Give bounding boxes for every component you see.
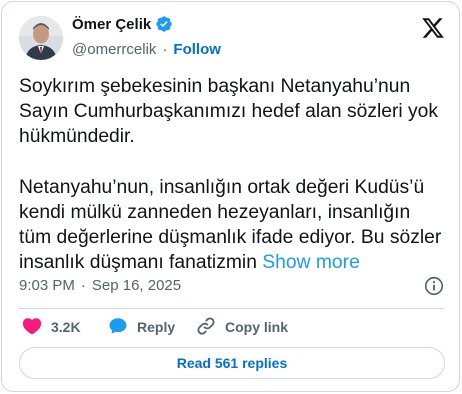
action-bar: 3.2K Reply Copy link <box>21 316 288 338</box>
reply-button[interactable]: Reply <box>107 315 195 340</box>
link-icon <box>195 315 217 340</box>
show-more-link[interactable]: Show more <box>262 252 360 273</box>
avatar-image <box>19 16 63 60</box>
verified-badge-icon <box>155 15 173 33</box>
heart-icon <box>21 315 43 340</box>
author-handle-row: @omerrcelik · Follow <box>72 41 221 58</box>
speech-bubble-icon <box>107 315 129 340</box>
copy-link-button[interactable]: Copy link <box>195 315 288 340</box>
x-logo-icon[interactable] <box>421 16 445 40</box>
author-name-row: Ömer Çelik <box>72 15 173 33</box>
tweet-timestamp[interactable]: 9:03 PM · Sep 16, 2025 <box>19 277 181 294</box>
like-button[interactable]: 3.2K <box>21 315 107 340</box>
copy-link-label: Copy link <box>225 319 289 335</box>
like-count: 3.2K <box>51 319 81 335</box>
tweet-date: Sep 16, 2025 <box>91 277 182 294</box>
divider <box>19 308 444 309</box>
info-icon[interactable] <box>423 275 445 297</box>
follow-button[interactable]: Follow <box>173 41 221 58</box>
tweet-time: 9:03 PM <box>19 277 75 294</box>
tweet-body: Soykırım şebekesinin başkanı Netanyahu’n… <box>19 76 442 274</box>
tweet-text: Soykırım şebekesinin başkanı Netanyahu’n… <box>19 74 444 276</box>
reply-label: Reply <box>137 319 176 335</box>
author-display-name[interactable]: Ömer Çelik <box>72 16 151 33</box>
avatar[interactable] <box>19 16 63 60</box>
read-replies-button[interactable]: Read 561 replies <box>19 347 445 379</box>
tweet-card: Ömer Çelik @omerrcelik · Follow Soykırım… <box>1 1 460 392</box>
separator-dot: · <box>162 41 168 58</box>
author-handle[interactable]: @omerrcelik <box>72 41 156 58</box>
timestamp-separator: · <box>80 277 86 294</box>
